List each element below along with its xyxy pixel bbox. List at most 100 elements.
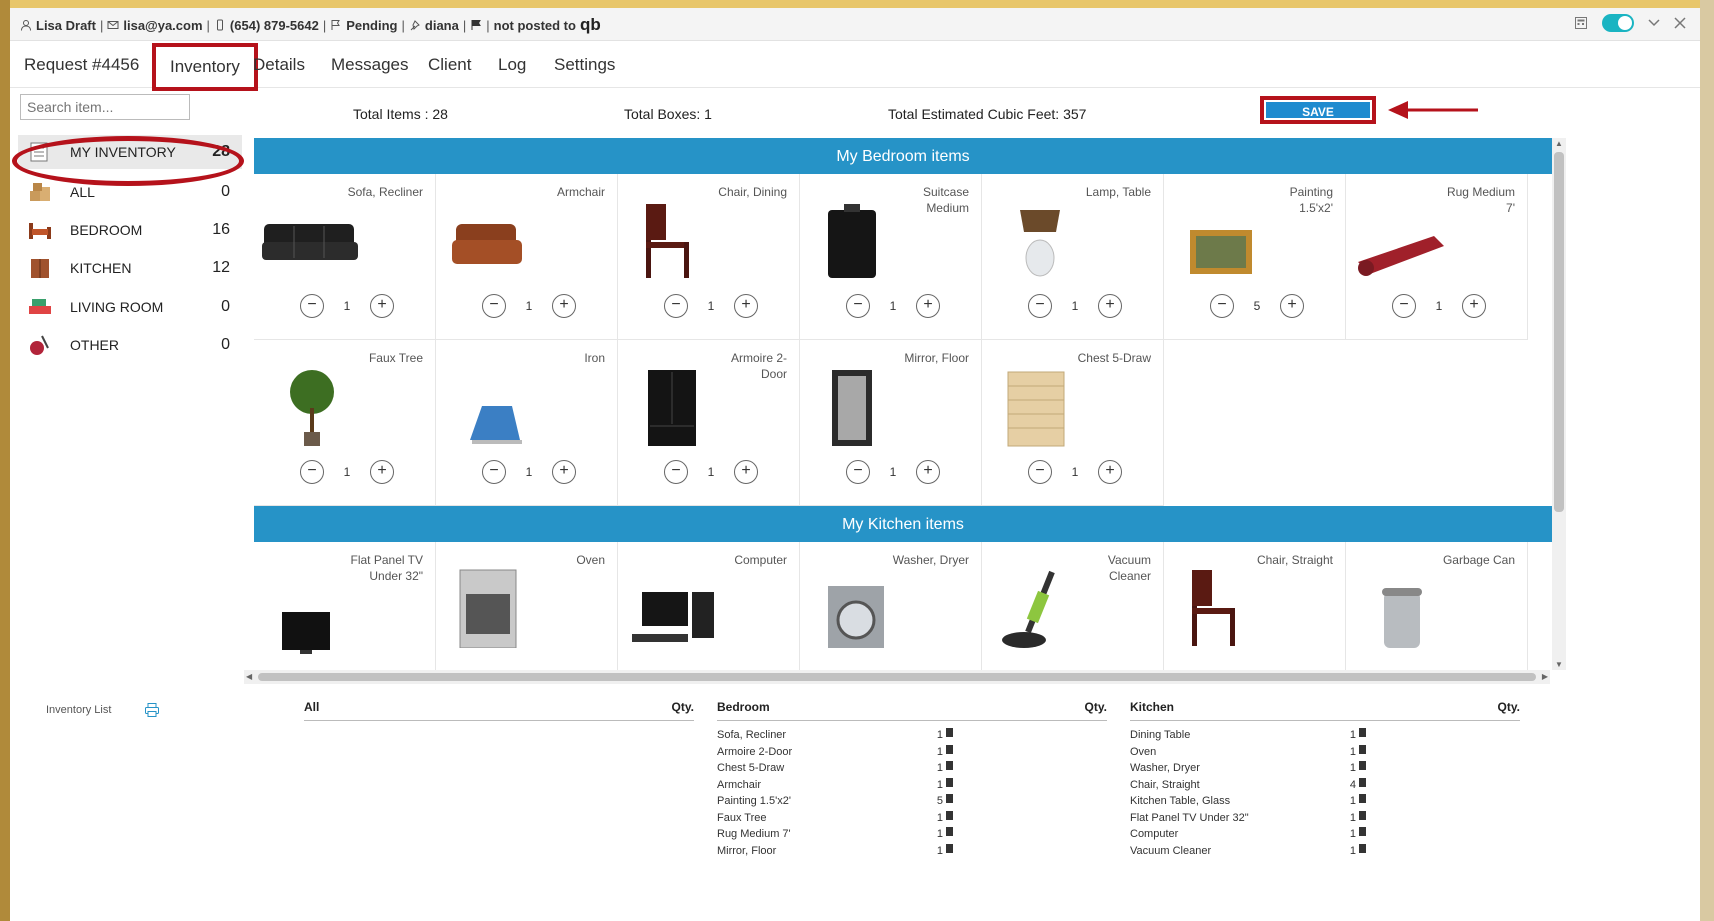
decrease-button[interactable]: −: [846, 294, 870, 318]
category-label: LIVING ROOM: [70, 299, 164, 315]
increase-button[interactable]: +: [1098, 460, 1122, 484]
increase-button[interactable]: +: [734, 294, 758, 318]
item-card: Painting 1.5'x2' −5 +: [1164, 174, 1346, 340]
horizontal-scrollbar[interactable]: ◀ ▶: [244, 670, 1550, 684]
calculator-icon[interactable]: [1574, 16, 1588, 30]
inventory-list-label: Inventory List: [46, 704, 112, 716]
column-title: Bedroom: [717, 700, 770, 714]
tab-details[interactable]: Details: [253, 55, 305, 75]
chair-icon: [646, 204, 689, 278]
list-item: Computer 1: [1130, 826, 1520, 843]
client-name[interactable]: Lisa Draft: [36, 18, 96, 33]
decrease-button[interactable]: −: [1028, 294, 1052, 318]
decrease-button[interactable]: −: [664, 460, 688, 484]
scroll-right-icon[interactable]: ▶: [1542, 672, 1548, 681]
trash-icon[interactable]: [1359, 794, 1366, 803]
trash-icon[interactable]: [1359, 810, 1366, 820]
increase-button[interactable]: +: [552, 460, 576, 484]
item-name: Chest 5-Draw: [1077, 351, 1151, 365]
vacuum-icon: [1002, 570, 1055, 648]
tab-messages[interactable]: Messages: [331, 55, 408, 75]
section-header-kitchen: My Kitchen items: [254, 506, 1552, 542]
item-name: Armchair: [556, 185, 605, 199]
trash-icon[interactable]: [1359, 761, 1366, 770]
increase-button[interactable]: +: [1462, 294, 1486, 318]
assignee[interactable]: diana: [425, 18, 459, 33]
tab-request[interactable]: Request #4456: [24, 55, 139, 75]
scroll-up-icon[interactable]: ▲: [1555, 139, 1563, 148]
category-bedroom[interactable]: BEDROOM 16: [18, 213, 242, 247]
decrease-button[interactable]: −: [1028, 460, 1052, 484]
vertical-scrollbar[interactable]: ▲ ▼: [1552, 138, 1566, 670]
tab-settings[interactable]: Settings: [554, 55, 615, 75]
trash-icon[interactable]: [946, 794, 953, 803]
category-living-room[interactable]: LIVING ROOM 0: [18, 290, 242, 324]
iron-icon: [470, 406, 522, 444]
trash-icon[interactable]: [946, 728, 953, 737]
tab-client[interactable]: Client: [428, 55, 471, 75]
trash-icon[interactable]: [946, 744, 953, 754]
list-item-name: Washer, Dryer: [1130, 762, 1200, 774]
decrease-button[interactable]: −: [300, 460, 324, 484]
trash-icon[interactable]: [1359, 728, 1366, 737]
category-label: BEDROOM: [70, 222, 143, 238]
list-item: Faux Tree 1: [717, 810, 1107, 827]
increase-button[interactable]: +: [734, 460, 758, 484]
increase-button[interactable]: +: [370, 460, 394, 484]
category-my-inventory[interactable]: MY INVENTORY 28: [18, 135, 242, 169]
client-phone[interactable]: (654) 879-5642: [230, 18, 319, 33]
tab-log[interactable]: Log: [498, 55, 526, 75]
increase-button[interactable]: +: [916, 294, 940, 318]
request-status[interactable]: Pending: [346, 18, 397, 33]
item-card: Sofa, Recliner − 1 +: [254, 174, 436, 340]
trash-icon[interactable]: [946, 777, 953, 787]
toggle-switch[interactable]: [1602, 14, 1634, 32]
list-item-qty: 1: [936, 778, 943, 791]
total-items: Total Items : 28: [353, 106, 448, 122]
increase-button[interactable]: +: [1280, 294, 1304, 318]
scroll-thumb[interactable]: [1554, 152, 1564, 512]
increase-button[interactable]: +: [916, 460, 940, 484]
trash-icon[interactable]: [1359, 777, 1366, 787]
scroll-down-icon[interactable]: ▼: [1555, 660, 1563, 669]
trash-icon[interactable]: [946, 761, 953, 770]
trash-icon[interactable]: [1359, 744, 1366, 754]
trash-icon[interactable]: [946, 810, 953, 820]
category-kitchen[interactable]: KITCHEN 12: [18, 251, 242, 285]
close-icon[interactable]: [1674, 17, 1686, 29]
list-item-qty: 4: [1349, 778, 1356, 791]
tree-icon: [290, 370, 334, 446]
decrease-button[interactable]: −: [846, 460, 870, 484]
request-modal: Lisa Draft | lisa@ya.com | (654) 879-5642 |…: [10, 8, 1700, 921]
increase-button[interactable]: +: [552, 294, 576, 318]
decrease-button[interactable]: −: [1210, 294, 1234, 318]
list-item: Dining Table 1: [1130, 727, 1520, 744]
decrease-button[interactable]: −: [300, 294, 324, 318]
print-icon[interactable]: [144, 702, 160, 718]
search-input[interactable]: [20, 94, 190, 120]
decrease-button[interactable]: −: [482, 460, 506, 484]
list-item-name: Painting 1.5'x2': [717, 795, 791, 807]
list-item: Chair, Straight 4: [1130, 777, 1520, 794]
empty-cell: [1164, 340, 1346, 506]
scroll-thumb[interactable]: [258, 673, 1536, 681]
decrease-button[interactable]: −: [1392, 294, 1416, 318]
trash-icon[interactable]: [1359, 827, 1366, 836]
trash-icon[interactable]: [946, 827, 953, 836]
decrease-button[interactable]: −: [664, 294, 688, 318]
scroll-left-icon[interactable]: ◀: [246, 672, 252, 681]
client-email[interactable]: lisa@ya.com: [123, 18, 202, 33]
increase-button[interactable]: +: [1098, 294, 1122, 318]
save-inventory-button[interactable]: SAVE INVENTORY: [1260, 96, 1376, 139]
trash-icon[interactable]: [1359, 843, 1366, 853]
category-other[interactable]: OTHER 0: [18, 328, 242, 362]
item-name: Chair, Dining: [718, 185, 787, 199]
tab-inventory[interactable]: Inventory: [152, 43, 258, 91]
increase-button[interactable]: +: [370, 294, 394, 318]
decrease-button[interactable]: −: [482, 294, 506, 318]
trash-icon[interactable]: [946, 843, 953, 853]
category-label: KITCHEN: [70, 260, 132, 276]
total-boxes: Total Boxes: 1: [624, 106, 712, 122]
category-all[interactable]: ALL 0: [18, 175, 242, 209]
chevron-down-icon[interactable]: [1648, 18, 1660, 28]
